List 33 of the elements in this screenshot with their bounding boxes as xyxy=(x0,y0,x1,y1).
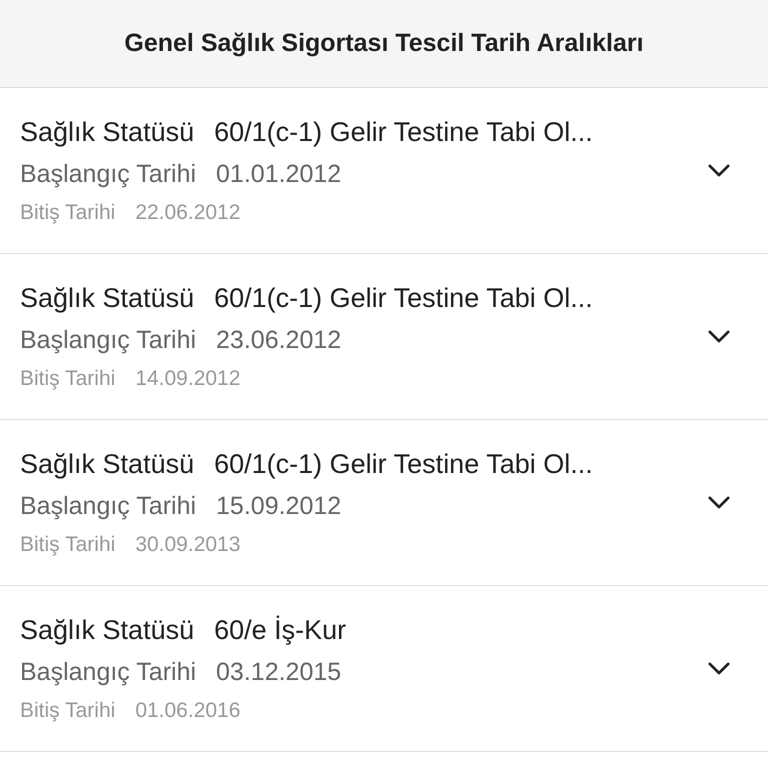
end-date-value: 01.06.2016 xyxy=(135,698,240,722)
start-date-label: Başlangıç Tarihi xyxy=(20,658,196,686)
start-date-label: Başlangıç Tarihi xyxy=(20,492,196,520)
status-value: 60/1(c-1) Gelir Testine Tabi Ol... xyxy=(214,448,593,480)
end-date-label: Bitiş Tarihi xyxy=(20,366,116,390)
status-label: Sağlık Statüsü xyxy=(20,448,194,480)
record-row[interactable]: Sağlık Statüsü 60/1(c-1) Gelir Testine Tabi Ol... Başlangıç Tarihi 01.01.2012 Bitiş Tarihi 22.06.2012 xyxy=(0,88,768,254)
start-date-value: 23.06.2012 xyxy=(216,326,342,354)
chevron-down-icon[interactable] xyxy=(708,496,730,509)
start-date-label: Başlangıç Tarihi xyxy=(20,326,196,354)
start-date-label: Başlangıç Tarihi xyxy=(20,160,196,188)
status-value: 60/e İş-Kur xyxy=(214,614,346,646)
end-date-label: Bitiş Tarihi xyxy=(20,200,116,224)
record-row[interactable]: Sağlık Statüsü 60/1(c-1) Gelir Testine Tabi Ol... Başlangıç Tarihi 15.09.2012 Bitiş Tarihi 30.09.2013 xyxy=(0,420,768,586)
status-label: Sağlık Statüsü xyxy=(20,614,194,646)
record-row[interactable]: Sağlık Statüsü 60/e İş-Kur Başlangıç Tarihi 03.12.2015 Bitiş Tarihi 01.06.2016 xyxy=(0,586,768,752)
chevron-down-icon[interactable] xyxy=(708,330,730,343)
start-date-value: 01.01.2012 xyxy=(216,160,342,188)
chevron-down-icon[interactable] xyxy=(708,662,730,675)
end-date-label: Bitiş Tarihi xyxy=(20,698,116,722)
record-row[interactable]: Sağlık Statüsü 60/1(c-1) Gelir Testine Tabi Ol... Başlangıç Tarihi 23.06.2012 Bitiş Tarihi 14.09.2012 xyxy=(0,254,768,420)
chevron-down-icon[interactable] xyxy=(708,164,730,177)
status-value: 60/1(c-1) Gelir Testine Tabi Ol... xyxy=(214,116,593,148)
start-date-value: 15.09.2012 xyxy=(216,492,342,520)
start-date-value: 03.12.2015 xyxy=(216,658,342,686)
page-title: Genel Sağlık Sigortası Tescil Tarih Aralıkları xyxy=(124,29,644,58)
end-date-value: 14.09.2012 xyxy=(135,366,240,390)
status-label: Sağlık Statüsü xyxy=(20,282,194,314)
end-date-value: 30.09.2013 xyxy=(135,532,240,556)
status-label: Sağlık Statüsü xyxy=(20,116,194,148)
end-date-label: Bitiş Tarihi xyxy=(20,532,116,556)
status-value: 60/1(c-1) Gelir Testine Tabi Ol... xyxy=(214,282,593,314)
end-date-value: 22.06.2012 xyxy=(135,200,240,224)
